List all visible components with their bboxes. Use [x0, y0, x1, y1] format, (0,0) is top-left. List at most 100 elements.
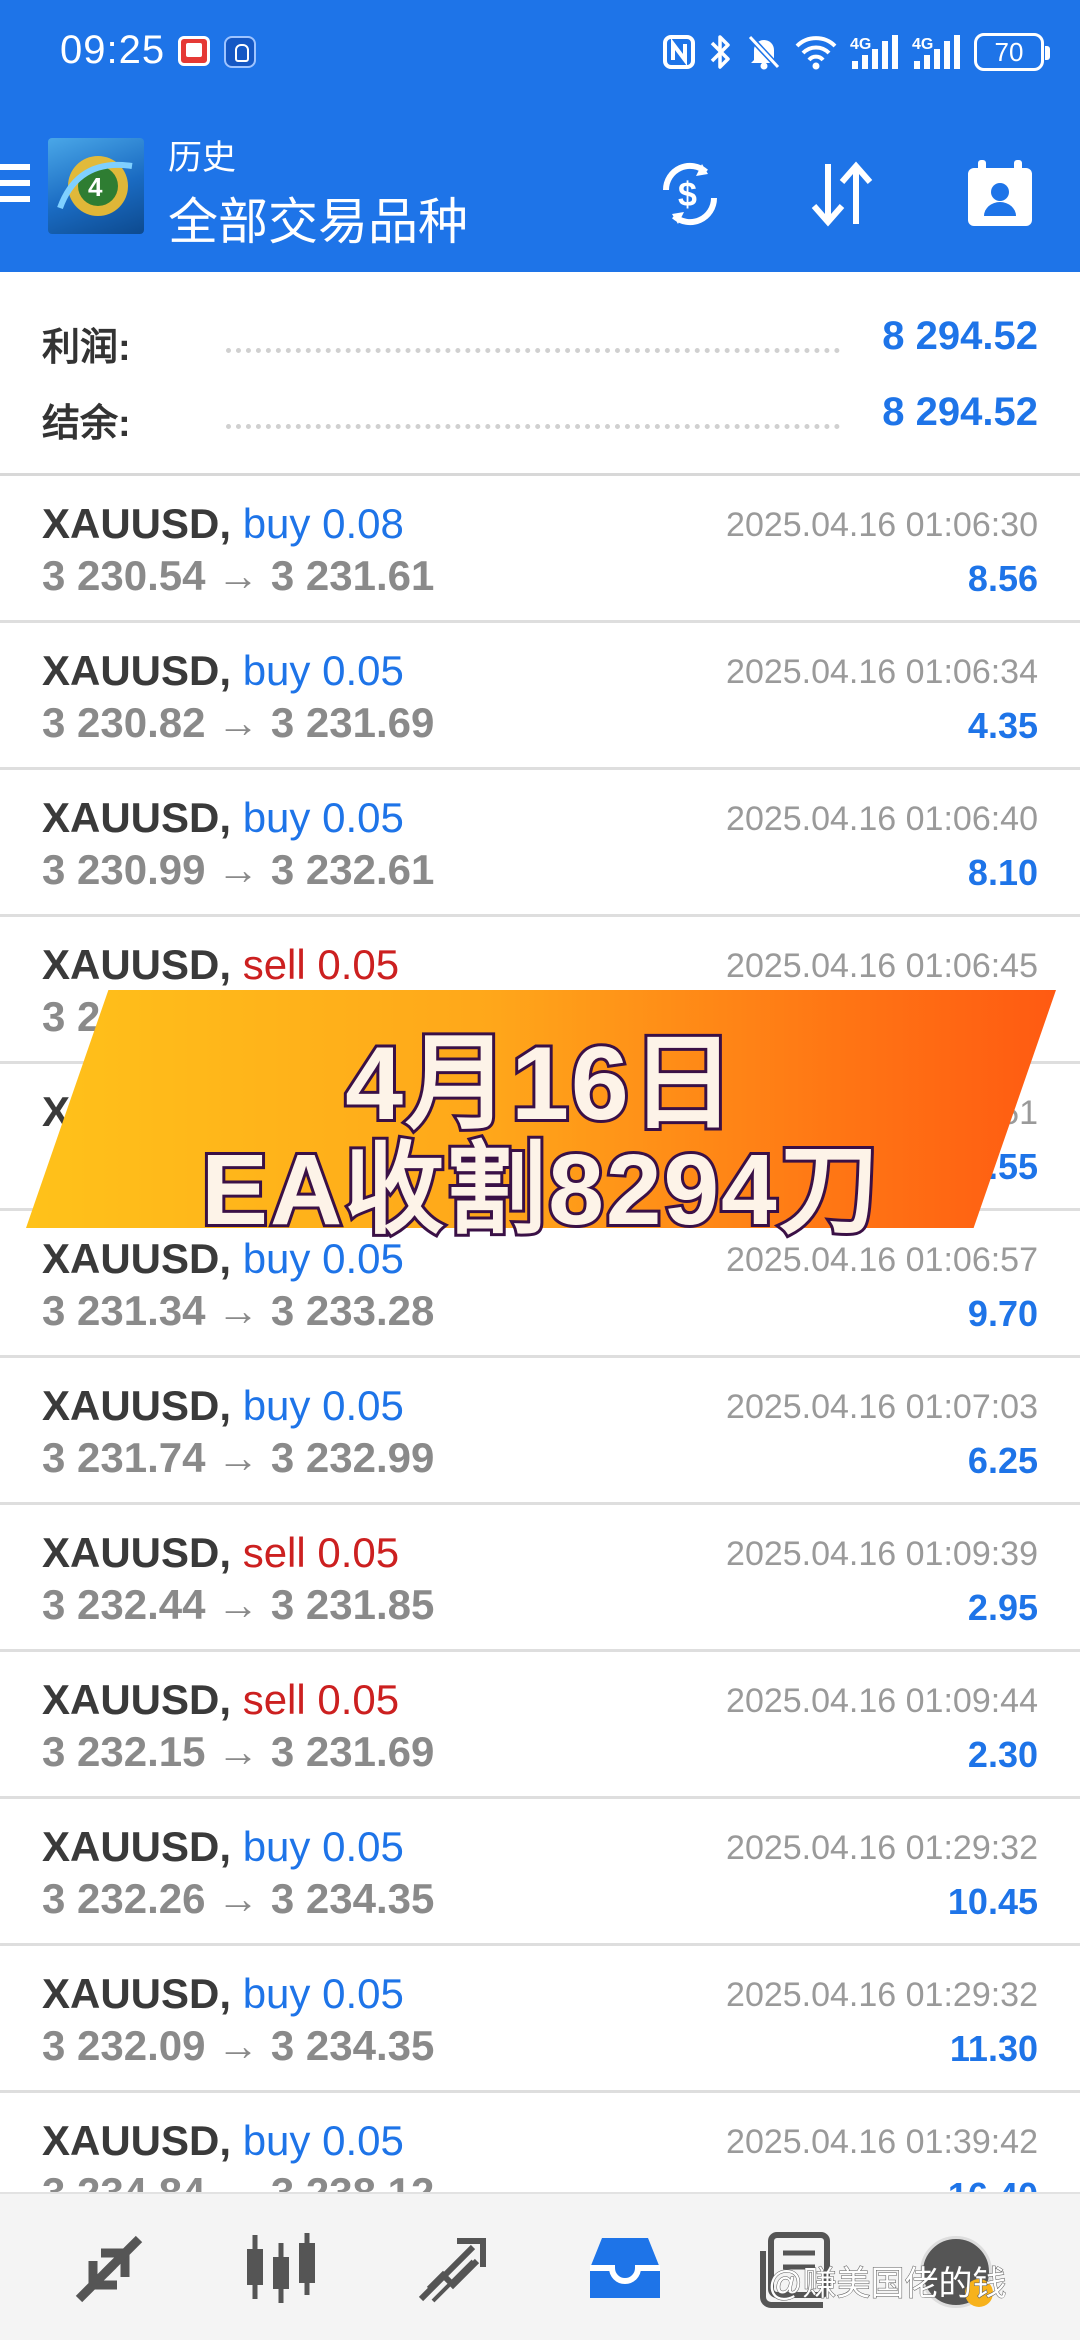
deal-row[interactable]: XAUUSD, buy 0.05 3 232.26 → 3 234.35 202…: [0, 1799, 1080, 1946]
deal-symbol: XAUUSD,: [42, 1529, 232, 1576]
deal-time: 2025.04.16 01:29:32: [726, 1976, 1038, 2014]
deal-side: sell 0.05: [242, 941, 400, 988]
deal-time: 2025.04.16 01:07:03: [726, 1388, 1038, 1426]
battery-indicator: 70: [974, 33, 1050, 71]
leader-dots: [226, 424, 840, 429]
deal-side: sell 0.05: [242, 1529, 400, 1576]
app-root: 09:25 4G 4G 70 4 历史 全部交易品种 $ 利润: 8 294.5…: [0, 0, 1080, 2340]
deal-time: 2025.04.16 01:39:42: [726, 2123, 1038, 2161]
deal-symbol: XAUUSD,: [42, 647, 232, 694]
page-title: 历史: [168, 139, 236, 177]
deal-row[interactable]: XAUUSD, buy 0.05 3 232.09 → 3 234.35 202…: [0, 1946, 1080, 2093]
nav-history[interactable]: [580, 2224, 670, 2314]
deal-symbol: XAUUSD,: [42, 794, 232, 841]
deal-time: 2025.04.16 01:06:34: [726, 653, 1038, 691]
promo-banner: 4月16日 EA收割8294刀: [26, 990, 1056, 1249]
deal-row[interactable]: XAUUSD, buy 0.05 3 231.74 → 3 232.99 202…: [0, 1358, 1080, 1505]
deal-prices: 3 231.74 → 3 232.99: [42, 1434, 435, 1481]
bulb-icon: [224, 36, 256, 68]
deal-prices: 3 230.82 → 3 231.69: [42, 699, 435, 746]
deal-time: 2025.04.16 01:09:44: [726, 1682, 1038, 1720]
nfc-icon: [663, 35, 695, 69]
history-icon: [590, 2238, 660, 2298]
deal-prices: 3 231.34 → 3 233.28: [42, 1287, 435, 1334]
app-logo: 4: [48, 138, 144, 234]
deal-row[interactable]: XAUUSD, buy 0.08 3 230.54 → 3 231.61 202…: [0, 476, 1080, 623]
deal-symbol: XAUUSD,: [42, 1676, 232, 1723]
battery-level: 70: [994, 36, 1024, 67]
deal-time: 2025.04.16 01:06:30: [726, 506, 1038, 544]
deal-time: 2025.04.16 01:06:40: [726, 800, 1038, 838]
summary-panel: 利润: 8 294.52 结余: 8 294.52: [0, 272, 1080, 476]
deal-symbol: XAUUSD,: [42, 1970, 232, 2017]
svg-text:$: $: [678, 176, 697, 214]
deal-prices: 3 232.09 → 3 234.35: [42, 2022, 435, 2069]
deal-profit: 2.30: [967, 1734, 1038, 1775]
deal-row[interactable]: XAUUSD, sell 0.05 3 232.44 → 3 231.85 20…: [0, 1505, 1080, 1652]
nav-trade[interactable]: [408, 2224, 498, 2314]
currency-exchange-button[interactable]: $: [648, 152, 732, 236]
deal-row[interactable]: XAUUSD, buy 0.05 3 230.99 → 3 232.61 202…: [0, 770, 1080, 917]
deal-profit: 2.95: [967, 1587, 1038, 1628]
deal-prices: 3 230.99 → 3 232.61: [42, 846, 435, 893]
leader-dots: [226, 348, 840, 353]
profit-label: 利润:: [42, 327, 131, 369]
deals-list: XAUUSD, buy 0.08 3 230.54 → 3 231.61 202…: [0, 476, 1080, 2192]
svg-text:4G: 4G: [912, 36, 933, 53]
deal-side: buy 0.05: [242, 1823, 404, 1870]
deal-profit: 11.30: [949, 2028, 1038, 2069]
deal-row[interactable]: XAUUSD, buy 0.05 3 230.82 → 3 231.69 202…: [0, 623, 1080, 770]
balance-label: 结余:: [42, 403, 131, 445]
nav-chart[interactable]: [236, 2224, 326, 2314]
status-icons: 4G 4G 70: [662, 26, 1050, 78]
deal-side: buy 0.05: [242, 794, 404, 841]
deal-row[interactable]: XAUUSD, sell 0.05 3 232.15 → 3 231.69 20…: [0, 1652, 1080, 1799]
status-time: 09:25: [60, 28, 166, 72]
deal-symbol: XAUUSD,: [42, 941, 232, 988]
deal-time: 2025.04.16 01:06:45: [726, 947, 1038, 985]
deal-side: buy 0.05: [242, 647, 404, 694]
signal-4g-icon-2: 4G: [912, 35, 960, 69]
bluetooth-icon: [710, 35, 730, 69]
sort-button[interactable]: [800, 152, 884, 236]
deal-side: buy 0.05: [242, 1970, 404, 2017]
deal-side: buy 0.08: [242, 500, 404, 547]
balance-value: 8 294.52: [882, 390, 1038, 434]
deal-side: buy 0.05: [242, 1382, 404, 1429]
calendar-person-icon: [968, 160, 1032, 226]
deal-profit: 6.25: [967, 1440, 1038, 1481]
app-header: 4 历史 全部交易品种 $: [0, 106, 1080, 272]
deal-profit: 16.40: [948, 2175, 1038, 2192]
status-bar: 09:25 4G 4G 70: [0, 0, 1080, 106]
sort-icon: [811, 161, 873, 227]
deal-row[interactable]: XAUUSD, buy 0.05 3 234.84 → 3 238.12 202…: [0, 2093, 1080, 2192]
deal-time: 2025.04.16 01:29:32: [726, 1829, 1038, 1867]
menu-icon[interactable]: [0, 164, 30, 208]
nav-quotes[interactable]: [64, 2224, 154, 2314]
trade-icon: [418, 2238, 486, 2303]
deal-prices: 3 232.26 → 3 234.35: [42, 1875, 435, 1922]
calendar-button[interactable]: [958, 152, 1042, 236]
deal-time: 2025.04.16 01:09:39: [726, 1535, 1038, 1573]
deal-prices: 3 232.44 → 3 231.85: [42, 1581, 435, 1628]
deal-symbol: XAUUSD,: [42, 1823, 232, 1870]
svg-text:4G: 4G: [850, 36, 871, 53]
deal-symbol: XAUUSD,: [42, 2117, 232, 2164]
deal-prices: 3 232.15 → 3 231.69: [42, 1728, 435, 1775]
deal-profit: 4.35: [967, 705, 1038, 746]
signal-4g-icon: 4G: [850, 35, 898, 69]
deal-prices: 3 234.84 → 3 238.12: [42, 2169, 434, 2192]
deal-side: sell 0.05: [242, 1676, 400, 1723]
notification-icon: [178, 36, 210, 66]
mute-bell-icon: [747, 34, 781, 70]
profit-value: 8 294.52: [882, 314, 1038, 358]
banner-headline: EA收割8294刀: [198, 1131, 881, 1249]
svg-text:4: 4: [88, 172, 103, 202]
currency-exchange-icon: $: [662, 162, 718, 226]
quotes-icon: [75, 2235, 143, 2303]
watermark: @赚美国佬的钱: [768, 2265, 1008, 2304]
deal-symbol: XAUUSD,: [42, 500, 232, 547]
wifi-icon: [795, 36, 837, 70]
symbol-filter[interactable]: 全部交易品种: [168, 182, 468, 254]
deal-profit: 8.10: [967, 852, 1038, 893]
